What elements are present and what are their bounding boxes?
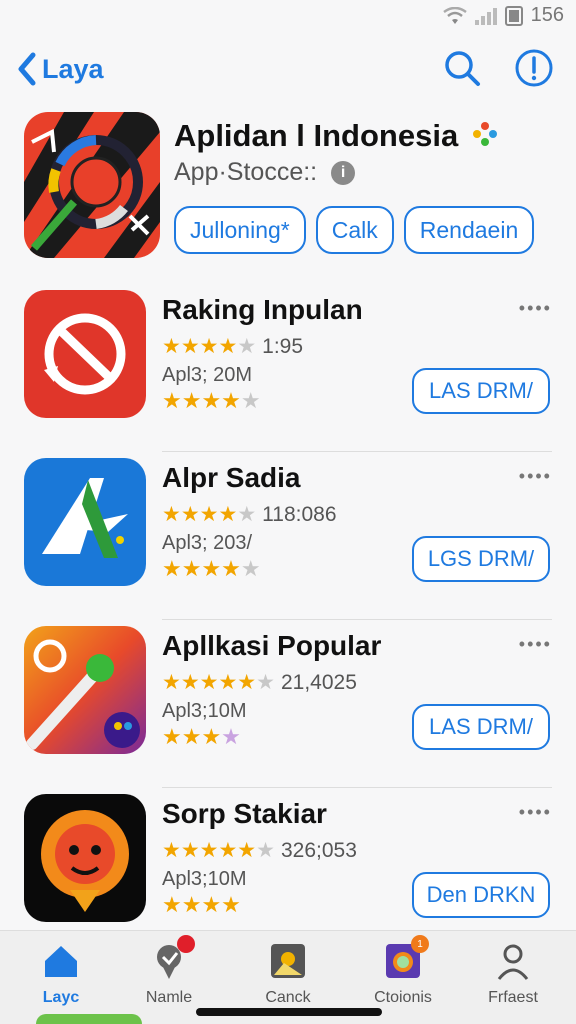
- featured-app-subtitle: App·Stocce:: i: [174, 158, 356, 187]
- download-button[interactable]: LAS DRM/: [412, 368, 550, 414]
- rating-row: ★★★★★ 118:086: [162, 502, 337, 527]
- download-button[interactable]: LAS DRM/: [412, 704, 550, 750]
- sparkle-icon: [472, 122, 497, 146]
- rating-stars: ★★★★★: [162, 503, 257, 526]
- app-meta: Apl3; 20M: [162, 364, 253, 386]
- rating-stars: ★★★★★★: [162, 671, 275, 694]
- home-icon: [45, 946, 77, 977]
- no-sync-app-icon: [24, 290, 146, 418]
- download-button[interactable]: LGS DRM/: [412, 536, 550, 582]
- tab-frfaest[interactable]: Frfaest: [458, 941, 568, 1007]
- signal-icon: [474, 7, 497, 25]
- rating-row: ★★★★★ 1:95: [162, 334, 303, 359]
- featured-app-icon: [24, 112, 160, 258]
- navigation-bar: Laya: [0, 44, 576, 94]
- search-icon[interactable]: [442, 48, 482, 88]
- app-title: Raking Inpulan: [162, 294, 363, 325]
- image-icon: [271, 944, 305, 978]
- tab-ctoionis[interactable]: 1 Ctoionis: [348, 935, 458, 1007]
- status-bar: 156: [0, 0, 576, 30]
- list-item[interactable]: Apllkasi Popular ★★★★★★ 21,4025 Apl3;10M…: [0, 620, 576, 788]
- rating-stars: ★★★★★: [162, 335, 257, 358]
- app-title: Alpr Sadia: [162, 462, 301, 493]
- rating-count: 21,4025: [280, 670, 357, 694]
- wifi-icon: [442, 6, 467, 24]
- status-time: 156: [530, 4, 564, 26]
- rating-stars: ★★★★★★: [162, 839, 275, 862]
- more-options-icon[interactable]: ••••: [519, 466, 552, 487]
- more-options-icon[interactable]: ••••: [519, 298, 552, 319]
- tab-label: Ctoionis: [374, 989, 432, 1006]
- tab-canck[interactable]: Canck: [233, 941, 343, 1007]
- app-meta: Apl3; 203/: [162, 532, 253, 554]
- app-meta: Apl3;10M: [162, 700, 247, 722]
- list-item[interactable]: Raking Inpulan ★★★★★ 1:95 Apl3; 20M ★★★★…: [0, 284, 576, 452]
- featured-app[interactable]: Aplidan l Indonesia App·Stocce:: i Jullo…: [24, 112, 554, 262]
- tab-label: Canck: [265, 989, 311, 1006]
- back-label: Laya: [42, 53, 104, 84]
- featured-app-chips: Julloning* Calk Rendaein: [174, 206, 535, 254]
- more-options-icon[interactable]: ••••: [519, 802, 552, 823]
- notification-badge: [177, 935, 195, 953]
- person-icon: [497, 944, 529, 980]
- tab-label: Frfaest: [488, 989, 538, 1006]
- paint-tool-app-icon: [24, 626, 146, 754]
- back-button[interactable]: Laya: [16, 52, 104, 86]
- chip-rendaein[interactable]: Rendaein: [403, 206, 535, 254]
- rating-count: 118:086: [262, 502, 337, 526]
- tab-label: Namle: [145, 989, 193, 1006]
- chip-calk[interactable]: Calk: [315, 206, 394, 254]
- rating-count: 1:95: [262, 334, 304, 358]
- letter-a-app-icon: [24, 458, 146, 586]
- home-indicator[interactable]: [196, 1008, 382, 1016]
- tab-namle[interactable]: Namle: [114, 935, 224, 1007]
- rating-row: ★★★★★★ 21,4025: [162, 670, 357, 695]
- secondary-rating-stars: ★★★★: [162, 724, 241, 749]
- app-title: Sorp Stakiar: [162, 798, 327, 829]
- rating-count: 326;053: [280, 838, 357, 862]
- rating-row: ★★★★★★ 326;053: [162, 838, 357, 863]
- secondary-rating-stars: ★★★★★: [162, 388, 261, 413]
- more-options-icon[interactable]: ••••: [519, 634, 552, 655]
- app-title: Apllkasi Popular: [162, 630, 382, 661]
- chevron-left-icon: [18, 52, 36, 86]
- notification-badge: 1: [411, 935, 429, 953]
- mascot-app-icon: [24, 794, 146, 922]
- secondary-rating-stars: ★★★★★: [162, 556, 261, 581]
- download-button[interactable]: Den DRKN: [412, 872, 550, 918]
- app-meta: Apl3;10M: [162, 868, 247, 890]
- tab-layc[interactable]: Layc: [6, 941, 116, 1007]
- chip-julloning[interactable]: Julloning*: [174, 206, 306, 254]
- tab-label: Layc: [42, 989, 80, 1006]
- secondary-rating-stars: ★★★★: [162, 892, 241, 917]
- next-app-peek: [36, 1014, 142, 1024]
- list-item[interactable]: Alpr Sadia ★★★★★ 118:086 Apl3; 203/ ★★★★…: [0, 452, 576, 620]
- info-icon[interactable]: [514, 48, 554, 88]
- battery-icon: [504, 5, 523, 26]
- featured-app-title: Aplidan l Indonesia: [174, 118, 499, 154]
- info-badge-icon[interactable]: i: [331, 160, 356, 185]
